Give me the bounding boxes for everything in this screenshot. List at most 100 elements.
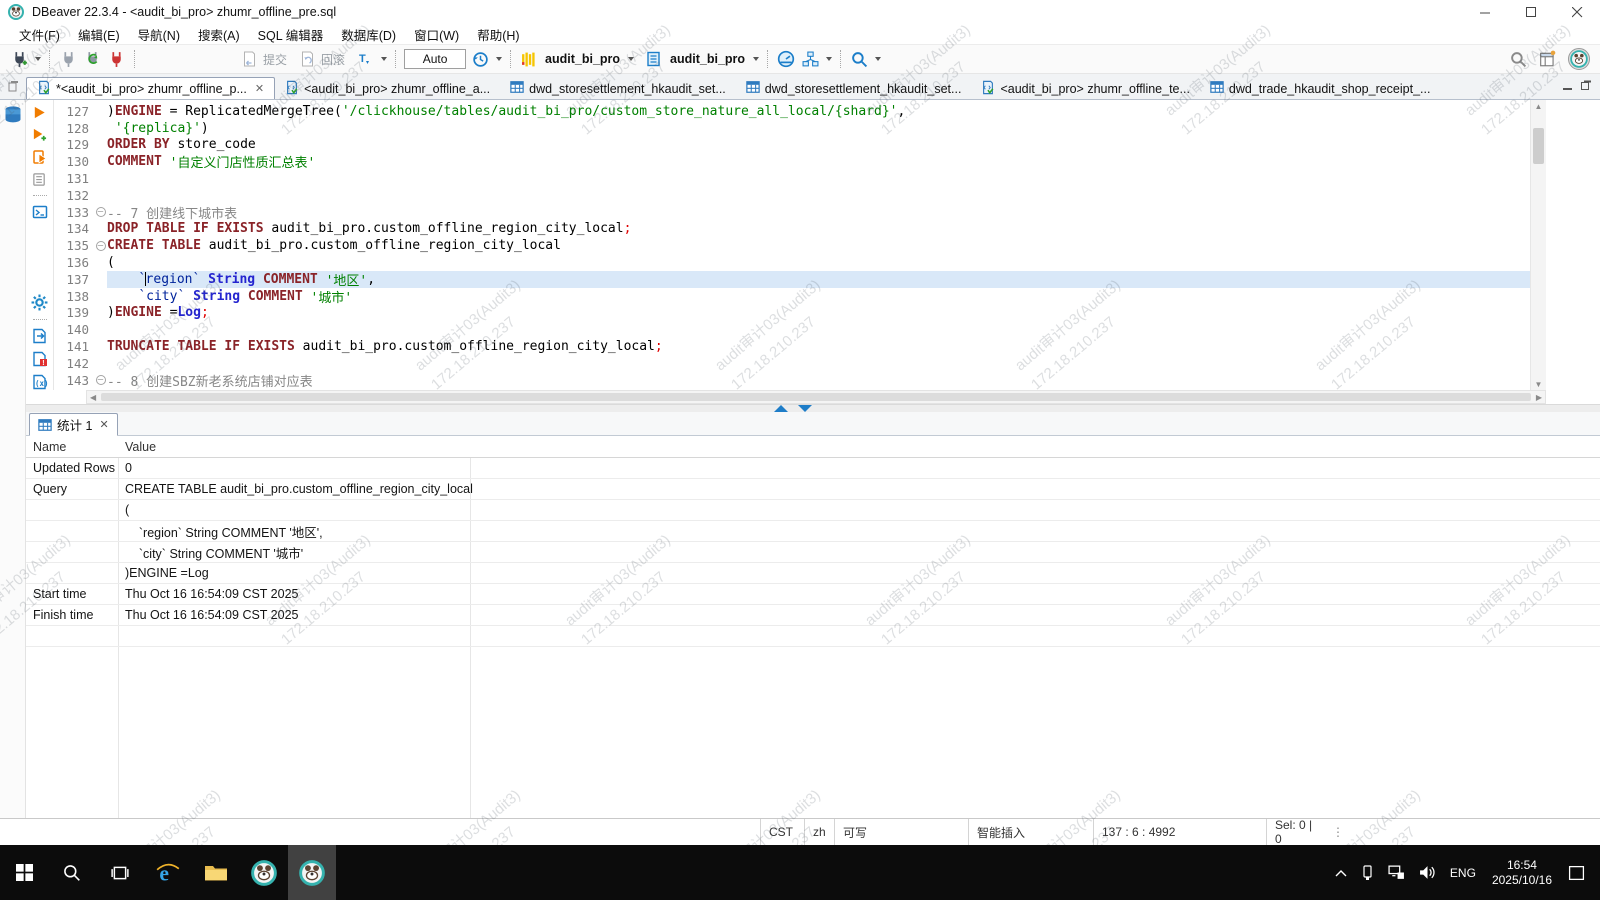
fold-collapse-icon[interactable]: –	[96, 241, 106, 251]
autocommit-combo[interactable]: Auto	[404, 49, 466, 69]
rollback-icon[interactable]	[297, 49, 317, 69]
dashboard-button[interactable]	[776, 49, 796, 69]
code-line[interactable]: 135–CREATE TABLE audit_bi_pro.custom_off…	[54, 237, 1530, 254]
table-row[interactable]	[26, 626, 1600, 647]
fold-collapse-icon[interactable]: –	[96, 207, 106, 217]
reconnect-button[interactable]	[82, 49, 102, 69]
input-language-indicator[interactable]: ENG	[1443, 845, 1483, 900]
editor-tab[interactable]: dwd_storesettlement_hkaudit_set...	[736, 77, 972, 99]
menu-item[interactable]: 帮助(H)	[468, 25, 528, 44]
editor-tab[interactable]: <audit_bi_pro> zhumr_offline_a...	[275, 77, 500, 99]
scroll-down-icon[interactable]: ▼	[1531, 378, 1546, 390]
open-perspective-icon[interactable]	[1538, 49, 1558, 69]
table-row[interactable]: `city` String COMMENT '城市'	[26, 542, 1600, 563]
code-line[interactable]: 134DROP TABLE IF EXISTS audit_bi_pro.cus…	[54, 221, 1530, 238]
new-connection-button[interactable]	[9, 49, 29, 69]
execute-script-button[interactable]	[31, 149, 49, 165]
close-icon[interactable]: ✕	[255, 82, 264, 95]
menu-item[interactable]: SQL 编辑器	[249, 25, 333, 44]
code-line[interactable]: 130COMMENT '自定义门店性质汇总表'	[54, 153, 1530, 170]
chevron-down-icon[interactable]	[875, 57, 881, 61]
maximize-panel-icon[interactable]	[1581, 78, 1592, 96]
horizontal-scroll-thumb[interactable]	[101, 393, 1531, 401]
fold-column[interactable]: –	[94, 241, 107, 251]
table-row[interactable]: )ENGINE =Log	[26, 563, 1600, 584]
volume-icon[interactable]	[1412, 845, 1443, 900]
menu-item[interactable]: 导航(N)	[129, 25, 189, 44]
code-line[interactable]: 129ORDER BY store_code	[54, 137, 1530, 154]
table-row[interactable]: Updated Rows0	[26, 458, 1600, 479]
explain-plan-button[interactable]	[31, 172, 49, 187]
code-line[interactable]: 131	[54, 170, 1530, 187]
status-writable[interactable]: 可写	[834, 819, 968, 845]
close-icon[interactable]: ✕	[99, 418, 108, 431]
fold-collapse-icon[interactable]: –	[96, 375, 106, 385]
sql-search-button[interactable]	[849, 49, 869, 69]
code-line[interactable]: 138 `city` String COMMENT '城市'	[54, 288, 1530, 305]
execute-new-tab-button[interactable]	[31, 127, 49, 142]
minimize-panel-icon[interactable]	[1563, 78, 1573, 96]
code-line[interactable]: 133–-- 7 创建线下城市表	[54, 204, 1530, 221]
network-icon[interactable]	[1381, 845, 1412, 900]
status-timezone[interactable]: CST	[760, 819, 804, 845]
status-language[interactable]: zh	[804, 819, 834, 845]
database-navigator-icon[interactable]	[3, 105, 23, 130]
menu-item[interactable]: 数据库(D)	[332, 25, 405, 44]
chevron-down-icon[interactable]	[753, 57, 759, 61]
execute-statement-button[interactable]	[31, 105, 49, 120]
code-line[interactable]: 142	[54, 355, 1530, 372]
table-row[interactable]: `region` String COMMENT '地区',	[26, 521, 1600, 542]
validate-script-button[interactable]: !	[31, 351, 49, 367]
chevron-down-icon[interactable]	[826, 57, 832, 61]
commit-button[interactable]: 提交	[263, 51, 287, 68]
export-result-button[interactable]	[31, 328, 49, 344]
taskbar-search-button[interactable]	[48, 845, 96, 900]
dbeaver-app-button-active[interactable]	[288, 845, 336, 900]
code-line[interactable]: 137 `region` String COMMENT '地区',	[54, 271, 1530, 288]
code-line[interactable]: 139)ENGINE =Log;	[54, 305, 1530, 322]
code-line[interactable]: 127)ENGINE = ReplicatedMergeTree('/click…	[54, 103, 1530, 120]
code-editor[interactable]: 127)ENGINE = ReplicatedMergeTree('/click…	[54, 100, 1530, 390]
usb-device-icon[interactable]	[1354, 845, 1381, 900]
maximize-results-icon[interactable]	[798, 405, 812, 412]
profile-avatar[interactable]	[1568, 48, 1590, 70]
maximize-button[interactable]	[1508, 0, 1554, 24]
transaction-mode-button[interactable]: T	[355, 49, 375, 69]
column-header-value[interactable]: Value	[118, 440, 156, 454]
settings-gear-icon[interactable]	[31, 294, 49, 311]
table-row[interactable]: Start timeThu Oct 16 16:54:09 CST 2025	[26, 584, 1600, 605]
status-caret-position[interactable]: 137 : 6 : 4992	[1093, 819, 1266, 845]
file-explorer-button[interactable]	[192, 845, 240, 900]
status-overflow-icon[interactable]: ⋮	[1328, 819, 1348, 845]
code-line[interactable]: 141TRUNCATE TABLE IF EXISTS audit_bi_pro…	[54, 338, 1530, 355]
table-row[interactable]: (	[26, 500, 1600, 521]
transaction-log-icon[interactable]	[470, 49, 490, 69]
menu-item[interactable]: 搜索(A)	[189, 25, 249, 44]
maximize-editor-icon[interactable]	[774, 405, 788, 412]
editor-area-handle[interactable]	[0, 74, 26, 99]
disconnect-button[interactable]	[58, 49, 78, 69]
schema-select[interactable]: audit_bi_pro	[670, 52, 745, 66]
menu-item[interactable]: 编辑(E)	[69, 25, 129, 44]
execution-plan-button[interactable]	[800, 49, 820, 69]
kill-connection-button[interactable]	[106, 49, 126, 69]
close-button[interactable]	[1554, 0, 1600, 24]
scroll-right-icon[interactable]: ▶	[1536, 393, 1542, 402]
scroll-left-icon[interactable]: ◀	[90, 393, 96, 402]
chevron-down-icon[interactable]	[496, 57, 502, 61]
editor-tab[interactable]: <audit_bi_pro> zhumr_offline_te...	[971, 77, 1199, 99]
editor-tab[interactable]: *<audit_bi_pro> zhumr_offline_p...✕	[26, 77, 275, 99]
fold-column[interactable]: –	[94, 207, 107, 217]
status-insert-mode[interactable]: 智能插入	[968, 819, 1093, 845]
table-row[interactable]: Finish timeThu Oct 16 16:54:09 CST 2025	[26, 605, 1600, 626]
code-line[interactable]: 140	[54, 321, 1530, 338]
horizontal-scrollbar[interactable]: ◀ ▶	[86, 390, 1546, 404]
rollback-button[interactable]: 回滚	[321, 51, 345, 68]
split-sash[interactable]	[26, 404, 1600, 412]
tray-expand-icon[interactable]	[1328, 845, 1354, 900]
code-line[interactable]: 143–-- 8 创建SBZ新老系统店铺对应表	[54, 372, 1530, 389]
dbeaver-app-button[interactable]	[240, 845, 288, 900]
chevron-down-icon[interactable]	[35, 57, 41, 61]
editor-tab[interactable]: dwd_trade_hkaudit_shop_receipt_...	[1200, 77, 1441, 99]
script-variables-button[interactable]: (x)	[31, 374, 49, 390]
